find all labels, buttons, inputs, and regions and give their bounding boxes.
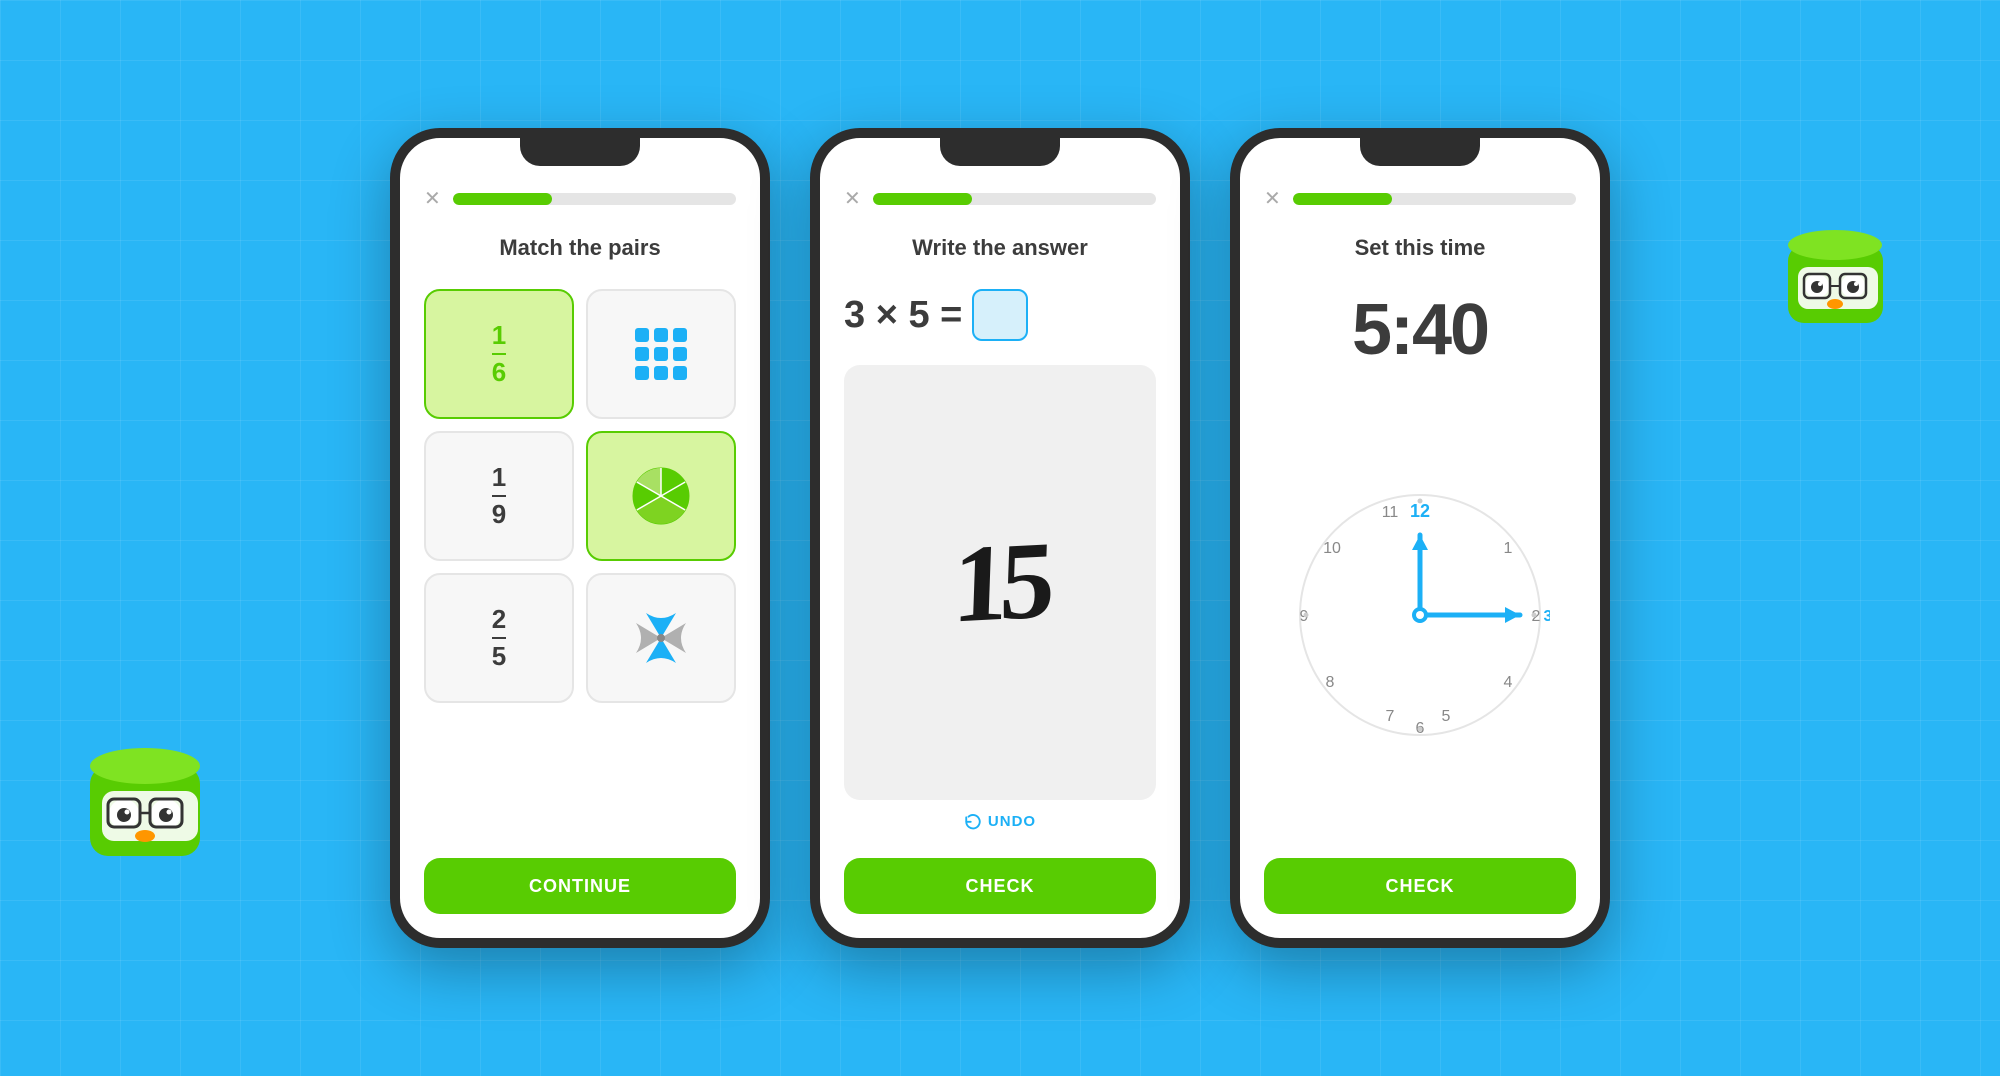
dot [635,366,649,380]
dot [635,347,649,361]
card-fraction-1-6[interactable]: 1 6 [424,289,574,419]
progress-bar-fill-1 [453,193,552,205]
denominator-2: 9 [492,497,506,530]
time-display: 5:40 [1264,289,1576,371]
fraction-display-2-5: 2 5 [492,604,506,672]
top-bar-2: ✕ [844,186,1156,211]
svg-text:7: 7 [1386,708,1395,725]
svg-text:10: 10 [1323,540,1341,557]
dot [654,366,668,380]
progress-bar-fill-3 [1293,193,1392,205]
numerator-3: 2 [492,604,506,639]
numerator-2: 1 [492,462,506,497]
handwritten-answer: 15 [951,516,1049,648]
check-button-3[interactable]: CHECK [1264,858,1576,914]
dot-grid-icon [635,328,687,380]
undo-label: UNDO [988,813,1036,830]
clock-face[interactable]: 12 1 2 3 4 5 6 7 8 9 10 11 [1290,485,1550,745]
phone-notch-2 [940,138,1060,166]
phone-3: ✕ Set this time 5:40 12 1 2 3 4 5 [1230,128,1610,948]
equation-display: 3 × 5 = [844,289,1156,341]
card-fraction-2-5[interactable]: 2 5 [424,573,574,703]
fraction-display-1-6: 1 6 [492,320,506,388]
equation-text: 3 × 5 = [844,294,962,337]
svg-text:8: 8 [1326,674,1335,691]
dot [673,328,687,342]
denominator-3: 5 [492,639,506,672]
progress-bar-bg-2 [873,193,1156,205]
continue-button[interactable]: CONTinUe [424,858,736,914]
phone-1: ✕ Match the pairs 1 6 [390,128,770,948]
svg-text:1: 1 [1504,540,1513,557]
drawing-area[interactable]: 15 [844,365,1156,800]
top-bar-1: ✕ [424,186,736,211]
card-pie[interactable] [586,431,736,561]
progress-bar-bg-1 [453,193,736,205]
match-grid: 1 6 [424,289,736,703]
top-bar-3: ✕ [1264,186,1576,211]
phone-2: ✕ Write the answer 3 × 5 = 15 UNDO CHECK [810,128,1190,948]
pinwheel-icon [631,608,691,668]
numerator-1: 1 [492,320,506,355]
progress-bar-bg-3 [1293,193,1576,205]
phone-notch-1 [520,138,640,166]
dot [654,328,668,342]
mascot-cube-left [80,736,220,876]
card-fraction-1-9[interactable]: 1 9 [424,431,574,561]
dot [673,366,687,380]
svg-text:5: 5 [1442,708,1451,725]
undo-icon [964,812,982,830]
clock-container: 12 1 2 3 4 5 6 7 8 9 10 11 [1264,391,1576,838]
fraction-display-1-9: 1 9 [492,462,506,530]
svg-text:11: 11 [1382,504,1399,521]
dot [635,328,649,342]
clock-svg: 12 1 2 3 4 5 6 7 8 9 10 11 [1290,485,1550,745]
check-button-2[interactable]: CHECK [844,858,1156,914]
denominator-1: 6 [492,355,506,388]
instruction-3: Set this time [1264,235,1576,261]
phone-notch-3 [1360,138,1480,166]
svg-text:3: 3 [1544,608,1550,625]
progress-bar-fill-2 [873,193,972,205]
card-dotgrid[interactable] [586,289,736,419]
dot [654,347,668,361]
instruction-2: Write the answer [844,235,1156,261]
close-icon-1[interactable]: ✕ [424,186,441,211]
mascot-cube-right [1780,220,1900,340]
pie-icon [631,466,691,526]
svg-text:12: 12 [1410,501,1430,521]
close-icon-3[interactable]: ✕ [1264,186,1281,211]
dot [673,347,687,361]
answer-input-box[interactable] [972,289,1028,341]
undo-button[interactable]: UNDO [844,812,1156,830]
card-pinwheel[interactable] [586,573,736,703]
instruction-1: Match the pairs [424,235,736,261]
close-icon-2[interactable]: ✕ [844,186,861,211]
svg-text:4: 4 [1504,674,1513,691]
